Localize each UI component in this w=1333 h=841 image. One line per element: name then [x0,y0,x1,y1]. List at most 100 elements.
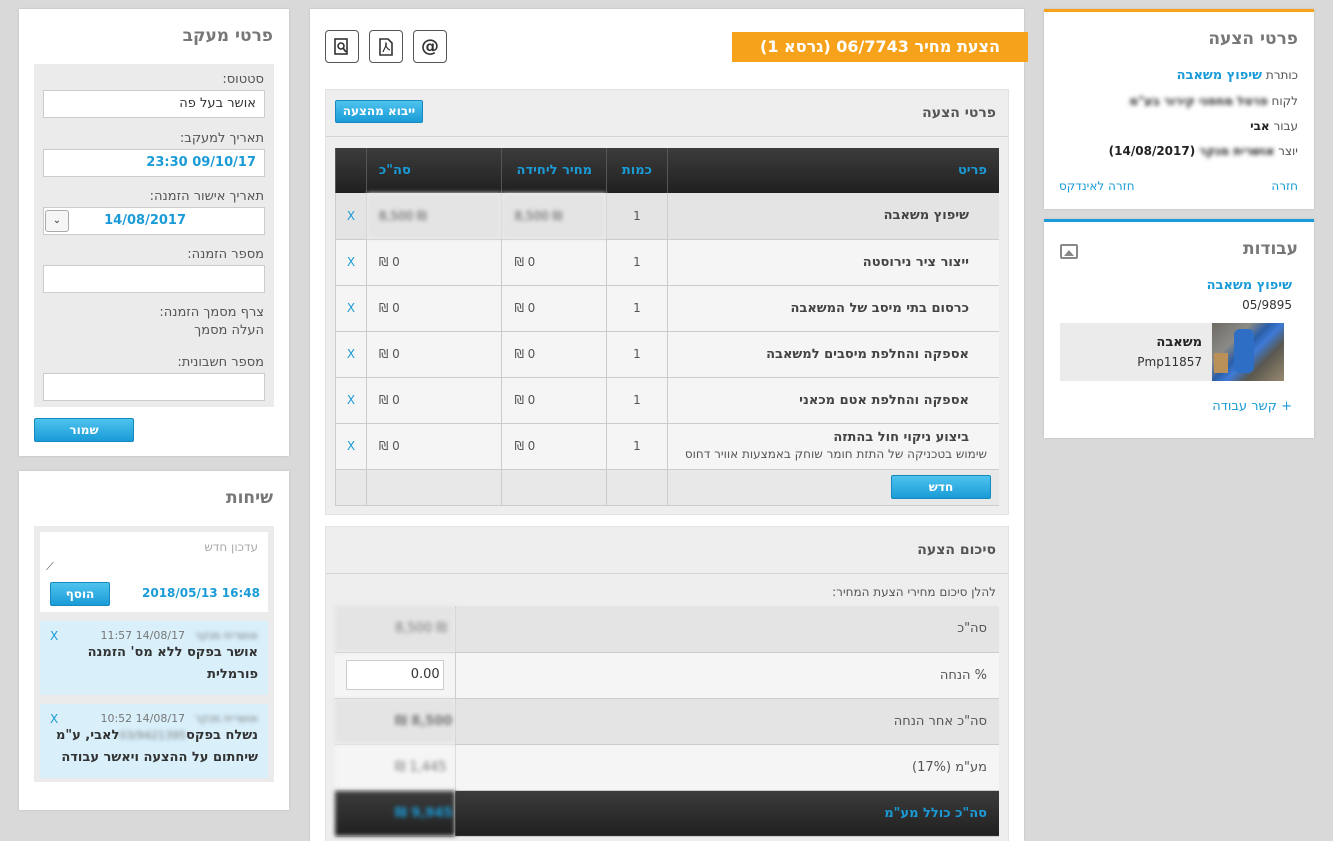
item-unit-price[interactable]: 0 ₪ [501,331,607,378]
resize-handle-icon[interactable]: ⟍ [46,560,54,574]
item-qty[interactable]: 1 [606,423,668,470]
creator-date: (14/08/2017) [1108,144,1196,158]
summary-section: סיכום הצעה להלן סיכום מחירי הצעת המחיר: … [325,526,1009,841]
chevron-down-icon[interactable]: ⌄ [45,210,69,232]
item-unit-price[interactable]: 0 ₪ [501,377,607,424]
back-link[interactable]: חזרה [1271,179,1298,193]
link-work-button[interactable]: + קשר עבודה [1212,399,1292,414]
item-name[interactable]: כרסום בתי מיסב של המשאבה [666,285,999,332]
remove-message-button[interactable]: X [50,629,58,643]
table-row[interactable]: ייצור ציר נירוסטה 1 0 ₪ 0 ₪ X [335,239,999,286]
grand-total-label: סה"כ כולל מע"מ [454,790,999,837]
status-field[interactable]: אושר בעל פה [43,90,265,118]
summary-intro: להלן סיכום מחירי הצעת המחיר: [832,585,996,599]
work-number: 05/9895 [1242,298,1292,312]
subject-row: כותרת שיפוץ משאבה [1177,68,1298,83]
client-label: לקוח [1271,94,1298,108]
tracking-form: סטטוס: אושר בעל פה תאריך למעקב: 09/10/17… [34,64,274,407]
item-name[interactable]: אספקה והחלפת מיסבים למשאבה [666,331,999,378]
summary-row: סה"כ אחר הנחה 8,500 ₪ [335,698,999,745]
table-row[interactable]: אספקה והחלפת מיסבים למשאבה 1 0 ₪ 0 ₪ X [335,331,999,378]
work-card-code: Pmp11857 [1137,355,1202,369]
preview-button[interactable] [325,30,359,63]
summary-row: מע"מ (17%) 1,445 ₪ [335,744,999,791]
quote-details-title: פרטי הצעה [1208,29,1298,49]
followup-date-field[interactable]: 09/10/17 23:30 [43,149,265,177]
message-fax-number: 03/9421395 [119,729,187,742]
item-qty[interactable]: 1 [606,331,668,378]
quote-main-panel: @ הצעת מחיר 06/7743 (גרסא 1) פרטי הצעה י… [310,9,1028,841]
remove-item-button[interactable]: X [347,347,355,361]
item-total: 0 ₪ [365,331,502,378]
client-row: לקוח פרטל מחסני קירור בע"מ [1129,94,1298,108]
discount-input[interactable]: 0.00 [345,660,444,690]
add-update-button[interactable]: הוסף [50,582,110,606]
tracking-panel: פרטי מעקב סטטוס: אושר בעל פה תאריך למעקב… [19,9,289,456]
chat-title: שיחות [225,488,273,508]
work-title-link[interactable]: שיפוץ משאבה [1207,278,1292,293]
item-description: שימוש בטכניקה של התזת חומר שוחק באמצעות … [684,447,987,461]
remove-item-button[interactable]: X [347,301,355,315]
item-name[interactable]: שיפוץ משאבה [666,193,999,240]
col-total[interactable]: סה"כ [365,148,502,193]
table-row[interactable]: אספקה והחלפת אטם מכאני 1 0 ₪ 0 ₪ X [335,377,999,424]
save-button[interactable]: שמור [34,418,134,442]
table-row[interactable]: כרסום בתי מיסב של המשאבה 1 0 ₪ 0 ₪ X [335,285,999,332]
item-total: 0 ₪ [365,285,502,332]
order-approval-date-field[interactable]: 14/08/2017 [43,207,265,235]
item-qty[interactable]: 1 [606,285,668,332]
invoice-number-label: מספר חשבונית: [177,355,264,370]
pdf-button[interactable] [369,30,403,63]
status-label: סטטוס: [222,72,264,87]
upload-document-link[interactable]: העלה מסמך [194,323,264,338]
client-value: פרטל מחסני קירור בע"מ [1129,94,1268,108]
item-qty[interactable]: 1 [606,193,668,240]
invoice-number-field[interactable] [43,373,265,401]
image-icon[interactable] [1060,244,1078,259]
message-author: אושרית מנקר [194,629,258,642]
works-panel: עבודות שיפוץ משאבה 05/9895 משאבה Pmp1185… [1044,219,1314,438]
item-unit-price[interactable]: 0 ₪ [501,423,607,470]
order-number-label: מספר הזמנה: [187,247,264,262]
message-author: אושרית מנקר [194,712,258,725]
remove-item-button[interactable]: X [347,439,355,453]
items-table: פריט כמות מחיר ליחידה סה"כ שיפוץ משאבה 1… [335,148,999,506]
item-qty[interactable]: 1 [606,239,668,286]
discount-label: % הנחה [454,652,999,699]
order-number-field[interactable] [43,265,265,293]
item-name[interactable]: אספקה והחלפת אטם מכאני [666,377,999,424]
chat-box: עדכון חדש ⟍ 2018/05/13 16:48 הוסף אושרית… [34,526,274,782]
update-timestamp: 2018/05/13 16:48 [142,586,260,600]
item-unit-price[interactable]: 0 ₪ [501,285,607,332]
item-unit-price[interactable]: ₪ 8,500 [501,193,607,240]
table-row[interactable]: ביצוע ניקוי חול בהתזה שימוש בטכניקה של ה… [335,423,999,470]
item-name[interactable]: ייצור ציר נירוסטה [666,239,999,286]
email-button[interactable]: @ [413,30,447,63]
work-card[interactable]: משאבה Pmp11857 [1060,323,1284,381]
col-item[interactable]: פריט [666,148,999,193]
item-name-cell[interactable]: ביצוע ניקוי חול בהתזה שימוש בטכניקה של ה… [666,423,999,470]
divider [326,573,1008,574]
remove-item-button[interactable]: X [347,209,355,223]
col-unit-price[interactable]: מחיר ליחידה [501,148,607,193]
divider [326,136,1008,137]
subject-value: שיפוץ משאבה [1176,68,1262,83]
new-item-button[interactable]: חדש [891,475,991,499]
vat-label: מע"מ (17%) [454,744,999,791]
remove-item-button[interactable]: X [347,393,355,407]
table-row[interactable]: שיפוץ משאבה 1 ₪ 8,500 ₪ 8,500 X [335,193,999,240]
remove-message-button[interactable]: X [50,712,58,726]
after-discount-label: סה"כ אחר הנחה [454,698,999,745]
remove-item-button[interactable]: X [347,255,355,269]
magnifier-doc-icon [334,38,348,55]
col-qty[interactable]: כמות [606,148,668,193]
item-qty[interactable]: 1 [606,377,668,424]
followup-date-label: תאריך למעקב: [179,131,264,146]
import-from-quote-button[interactable]: ייבוא מהצעה [335,100,423,123]
back-to-index-link[interactable]: חזרה לאינדקס [1059,179,1135,193]
new-update-input[interactable]: עדכון חדש [204,540,258,554]
email-icon: @ [421,36,439,57]
message-header: אושרית מנקר 14/08/17 11:57 X [50,629,258,643]
item-unit-price[interactable]: 0 ₪ [501,239,607,286]
new-update-area: עדכון חדש ⟍ 2018/05/13 16:48 הוסף [40,532,268,612]
